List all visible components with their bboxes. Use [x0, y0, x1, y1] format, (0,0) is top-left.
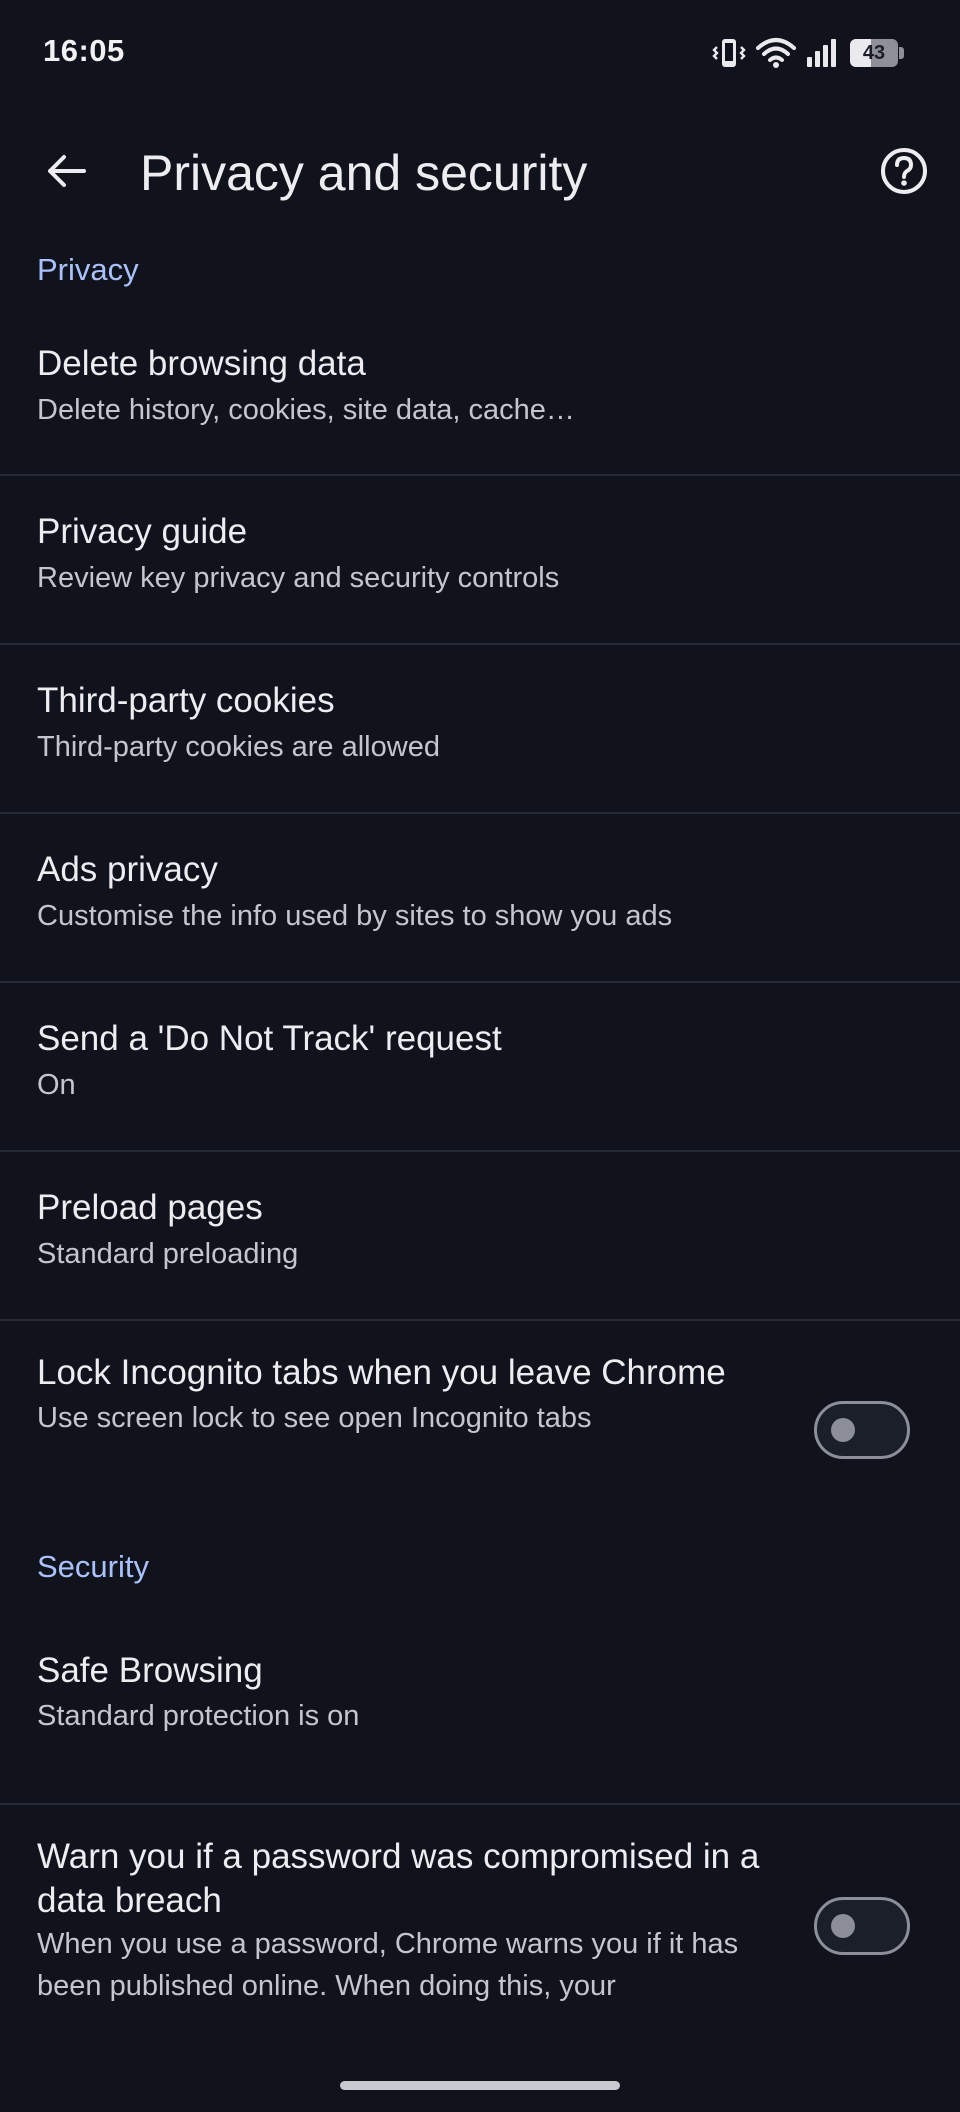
gesture-navigation-bar[interactable] — [340, 2081, 620, 2090]
setting-subtitle: Review key privacy and security controls — [37, 562, 560, 594]
setting-subtitle: Use screen lock to see open Incognito ta… — [37, 1402, 592, 1434]
setting-title: Delete browsing data — [37, 344, 366, 383]
setting-subtitle: Delete history, cookies, site data, cach… — [37, 394, 575, 426]
setting-subtitle: On — [37, 1069, 76, 1101]
setting-title: Send a 'Do Not Track' request — [37, 1019, 502, 1058]
settings-list: Privacy Delete browsing data Delete hist… — [0, 242, 960, 2075]
setting-title: Ads privacy — [37, 850, 218, 889]
setting-subtitle: Standard preloading — [37, 1238, 299, 1270]
setting-preload-pages[interactable]: Preload pages Standard preloading — [0, 1152, 960, 1321]
toggle-knob — [831, 1418, 855, 1442]
setting-title: Warn you if a password was compromised i… — [37, 1837, 760, 1920]
page-title: Privacy and security — [140, 145, 588, 201]
setting-third-party-cookies[interactable]: Third-party cookies Third-party cookies … — [0, 645, 960, 814]
setting-title: Preload pages — [37, 1188, 263, 1227]
toggle-knob — [831, 1914, 855, 1938]
password-breach-toggle[interactable] — [814, 1897, 910, 1955]
setting-safe-browsing[interactable]: Safe Browsing Standard protection is on — [0, 1619, 960, 1805]
back-button[interactable] — [26, 133, 106, 213]
setting-subtitle: Standard protection is on — [37, 1700, 360, 1732]
lock-incognito-toggle[interactable] — [814, 1401, 910, 1459]
vibrate-icon — [712, 37, 746, 69]
cellular-signal-icon — [806, 37, 840, 69]
setting-privacy-guide[interactable]: Privacy guide Review key privacy and sec… — [0, 476, 960, 645]
battery-level: 43 — [862, 42, 886, 64]
section-header-security: Security — [37, 1549, 149, 1584]
setting-lock-incognito-tabs[interactable]: Lock Incognito tabs when you leave Chrom… — [0, 1321, 960, 1537]
arrow-left-icon — [44, 149, 88, 198]
battery-icon: 43 — [850, 39, 904, 67]
status-icons: 43 — [712, 34, 904, 72]
setting-delete-browsing-data[interactable]: Delete browsing data Delete history, coo… — [0, 322, 960, 476]
setting-subtitle: When you use a password, Chrome warns yo… — [37, 1928, 739, 2002]
setting-ads-privacy[interactable]: Ads privacy Customise the info used by s… — [0, 814, 960, 983]
setting-subtitle: Customise the info used by sites to show… — [37, 900, 673, 932]
section-header-privacy: Privacy — [37, 252, 139, 287]
setting-do-not-track[interactable]: Send a 'Do Not Track' request On — [0, 983, 960, 1152]
setting-title: Lock Incognito tabs when you leave Chrom… — [37, 1353, 726, 1392]
setting-title: Third-party cookies — [37, 681, 335, 720]
app-bar: Privacy and security — [0, 106, 960, 242]
help-circle-icon — [879, 146, 929, 201]
setting-subtitle: Third-party cookies are allowed — [37, 731, 440, 763]
setting-password-breach-warning[interactable]: Warn you if a password was compromised i… — [0, 1805, 960, 2075]
setting-title: Safe Browsing — [37, 1651, 263, 1690]
setting-title: Privacy guide — [37, 512, 248, 551]
status-time: 16:05 — [43, 33, 125, 68]
wifi-icon — [756, 37, 796, 69]
status-bar: 16:05 43 — [0, 0, 960, 106]
help-button[interactable] — [864, 133, 944, 213]
